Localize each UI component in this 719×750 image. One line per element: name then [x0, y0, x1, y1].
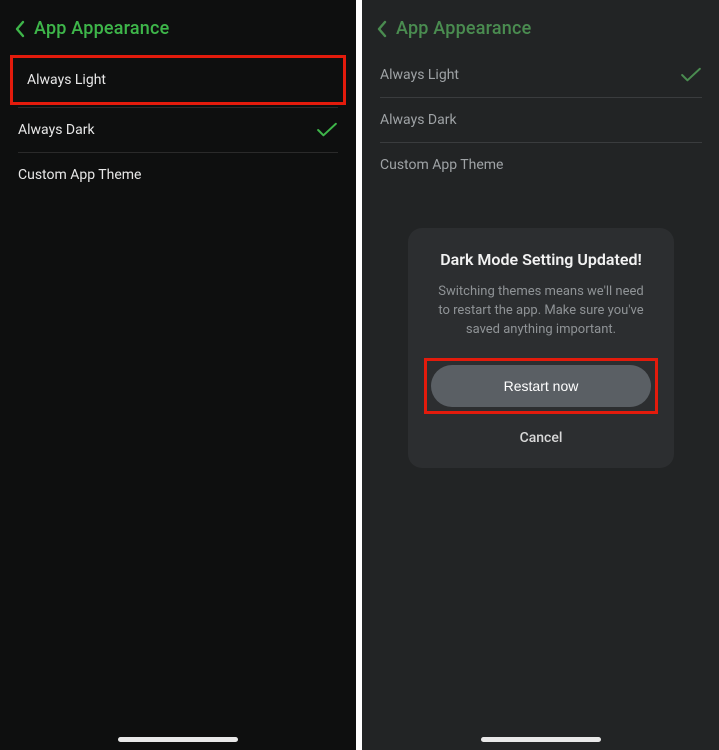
page-title: App Appearance — [396, 18, 531, 39]
panel-left: App Appearance Always Light Always Dark … — [0, 0, 356, 750]
option-label: Custom App Theme — [380, 157, 503, 173]
back-icon[interactable] — [376, 20, 388, 38]
option-label: Custom App Theme — [18, 167, 141, 183]
page-title: App Appearance — [34, 18, 169, 39]
highlight-always-light: Always Light — [10, 55, 346, 105]
check-icon — [680, 67, 702, 83]
option-custom-theme[interactable]: Custom App Theme — [4, 153, 352, 197]
check-icon — [316, 122, 338, 138]
option-always-dark[interactable]: Always Dark — [366, 98, 716, 142]
theme-options-list: Always Light Always Dark Custom App Them… — [362, 53, 719, 187]
option-label: Always Dark — [18, 122, 95, 138]
cancel-button[interactable]: Cancel — [426, 424, 656, 448]
highlight-restart-button: Restart now — [424, 358, 658, 414]
option-always-light[interactable]: Always Light — [13, 58, 343, 102]
home-indicator[interactable] — [118, 737, 238, 742]
modal-body: Switching themes means we'll need to res… — [426, 283, 656, 340]
option-label: Always Light — [380, 67, 459, 83]
option-custom-theme[interactable]: Custom App Theme — [366, 143, 716, 187]
restart-now-button[interactable]: Restart now — [431, 365, 651, 407]
theme-options-list: Always Light Always Dark Custom App Them… — [0, 55, 356, 197]
header: App Appearance — [0, 0, 356, 53]
panel-right: App Appearance Always Light Always Dark … — [362, 0, 719, 750]
option-always-dark[interactable]: Always Dark — [4, 108, 352, 152]
back-icon[interactable] — [14, 20, 26, 38]
header: App Appearance — [362, 0, 719, 53]
restart-modal: Dark Mode Setting Updated! Switching the… — [408, 228, 674, 468]
option-label: Always Light — [27, 72, 106, 88]
option-label: Always Dark — [380, 112, 457, 128]
modal-title: Dark Mode Setting Updated! — [426, 250, 656, 269]
home-indicator[interactable] — [481, 737, 601, 742]
option-always-light[interactable]: Always Light — [366, 53, 716, 97]
